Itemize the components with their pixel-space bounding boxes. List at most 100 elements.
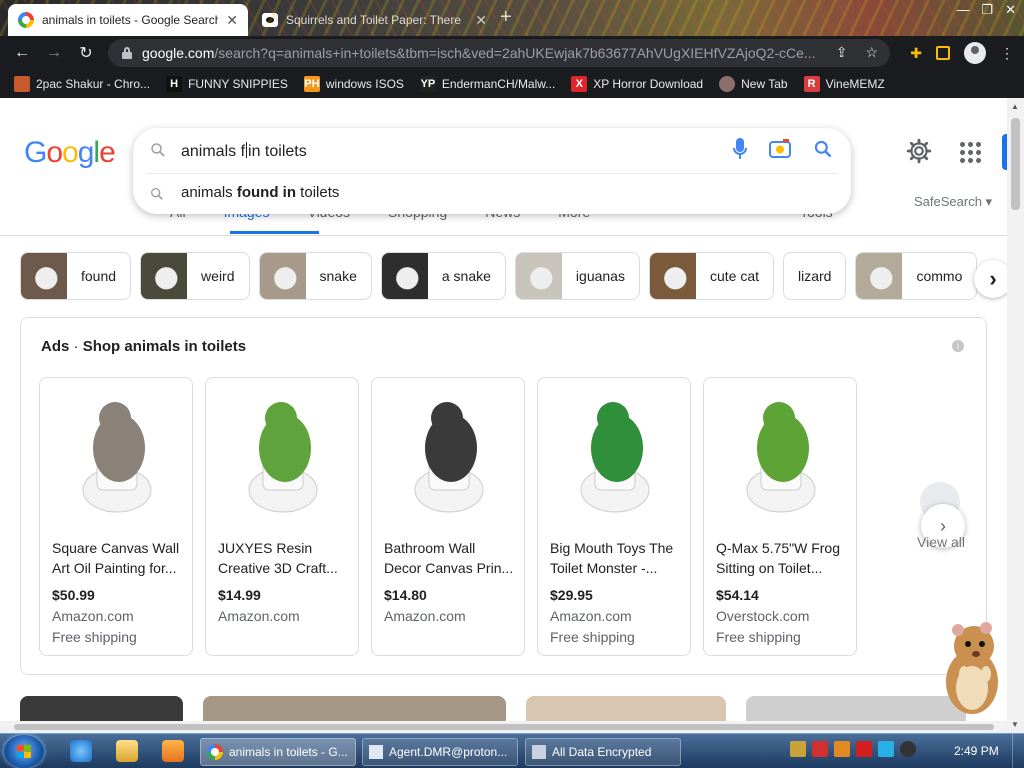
hamster-desktop-buddy[interactable] <box>936 616 1008 716</box>
active-tab-indicator <box>230 231 319 234</box>
google-apps-icon[interactable] <box>960 142 981 163</box>
bookmark-label: EndermanCH/Malw... <box>441 77 556 91</box>
taskbar-button-label: Agent.DMR@proton... <box>389 745 508 759</box>
forward-icon[interactable]: → <box>38 44 70 62</box>
bookmark-favicon-icon: PH <box>303 76 320 92</box>
vertical-scrollbar[interactable]: ▲ ▼ <box>1007 98 1024 733</box>
close-tab-icon[interactable]: ✕ <box>226 12 238 29</box>
lock-icon[interactable] <box>122 47 132 59</box>
tray-display-icon[interactable] <box>878 741 894 757</box>
settings-gear-icon[interactable] <box>906 138 932 164</box>
scrollbar-thumb[interactable] <box>1011 118 1020 210</box>
view-all-link[interactable]: View all <box>917 534 965 550</box>
bookmark-item[interactable]: 2pac Shakur - Chro... <box>14 76 150 92</box>
related-chip[interactable]: a snake <box>380 252 506 300</box>
related-search-chips: found weird snake a snake iguanas cute cat liz… <box>20 252 978 300</box>
product-card[interactable]: Bathroom Wall Decor Canvas Prin... $14.80… <box>371 377 525 656</box>
reload-icon[interactable]: ↻ <box>70 43 102 63</box>
related-chip[interactable]: snake <box>258 252 372 300</box>
bookmark-item[interactable]: X XP Horror Download <box>571 76 703 92</box>
product-card[interactable]: Q-Max 5.75"W Frog Sitting on Toilet... $5… <box>703 377 857 656</box>
close-window-icon[interactable]: ✕ <box>1005 2 1016 18</box>
related-chip[interactable]: cute cat <box>648 252 774 300</box>
browser-tab[interactable]: Squirrels and Toilet Paper: There ✕ <box>252 4 497 36</box>
safesearch-dropdown[interactable]: SafeSearch ▾ <box>914 194 992 210</box>
bookmark-label: 2pac Shakur - Chro... <box>36 77 151 91</box>
autocomplete-suggestion[interactable]: animals found in toilets <box>133 176 851 210</box>
internet-explorer-icon[interactable] <box>70 740 92 762</box>
menu-kebab-icon[interactable]: ⋮ <box>1000 45 1014 62</box>
bookmark-favicon-icon <box>719 76 736 92</box>
product-card[interactable]: Big Mouth Toys The Toilet Monster -... $2… <box>537 377 691 656</box>
profile-avatar-icon[interactable] <box>964 42 986 64</box>
tray-app-icon[interactable] <box>790 741 806 757</box>
address-bar[interactable]: google.com/search?q=animals+in+toilets&t… <box>108 39 890 67</box>
media-player-icon[interactable] <box>162 740 184 762</box>
chrome-icon <box>207 744 223 760</box>
related-chip[interactable]: lizard <box>783 252 847 300</box>
url-path: /search?q=animals+in+toilets&tbm=isch&ve… <box>214 45 816 61</box>
tray-warning-icon[interactable] <box>812 741 828 757</box>
product-store: Amazon.com <box>550 608 632 624</box>
back-icon[interactable]: ← <box>6 44 38 62</box>
new-tab-icon[interactable]: + <box>500 6 512 29</box>
related-chip[interactable]: weird <box>140 252 250 300</box>
window-icon <box>532 745 546 759</box>
taskbar-clock[interactable]: 2:49 PM <box>954 744 999 758</box>
horizontal-scrollbar-thumb[interactable] <box>14 724 994 730</box>
extensions-icon[interactable]: ✚ <box>910 45 922 62</box>
url-host: google.com <box>142 45 215 61</box>
tray-search-icon[interactable] <box>834 741 850 757</box>
suggestion-search-icon <box>151 188 163 200</box>
bookmark-item[interactable]: H FUNNY SNIPPIES <box>166 76 288 92</box>
product-name: Q-Max 5.75"W Frog Sitting on Toilet... <box>716 540 840 576</box>
google-logo[interactable]: Google <box>24 136 116 170</box>
product-price: $14.80 <box>384 587 427 603</box>
scroll-down-icon[interactable]: ▼ <box>1011 720 1019 729</box>
restore-icon[interactable]: ❐ <box>981 2 993 18</box>
chip-label: commo <box>916 268 963 284</box>
search-submit-icon[interactable] <box>813 139 833 159</box>
close-tab-icon[interactable]: ✕ <box>475 12 487 29</box>
chip-label: found <box>81 268 117 284</box>
product-card[interactable]: JUXYES Resin Creative 3D Craft... $14.99 A… <box>205 377 359 656</box>
tab-title: animals in toilets - Google Search <box>42 13 219 27</box>
bookmark-item[interactable]: PH windows ISOS <box>303 76 404 92</box>
show-desktop-button[interactable] <box>1012 734 1024 768</box>
bookmark-star-icon[interactable]: ☆ <box>865 44 878 61</box>
bookmark-item[interactable]: YP EndermanCH/Malw... <box>419 76 556 92</box>
product-image <box>544 384 685 525</box>
related-chip[interactable]: commo <box>855 252 978 300</box>
product-card[interactable]: Square Canvas Wall Art Oil Painting for.… <box>39 377 193 656</box>
related-chip[interactable]: found <box>20 252 132 300</box>
info-icon[interactable]: i <box>952 340 964 352</box>
share-icon[interactable]: ⇪ <box>836 44 848 61</box>
tray-volume-icon[interactable] <box>900 741 916 757</box>
start-button[interactable] <box>4 735 44 768</box>
microphone-icon[interactable] <box>733 138 747 160</box>
side-panel-icon[interactable] <box>936 46 950 60</box>
horizontal-scrollbar[interactable] <box>0 721 1007 733</box>
ads-heading: Ads · Shop animals in toilets <box>41 338 247 355</box>
tab-strip: animals in toilets - Google Search ✕ Squ… <box>0 0 1024 36</box>
bookmark-item[interactable]: New Tab <box>719 76 788 92</box>
google-favicon-icon <box>18 12 34 28</box>
chip-label: weird <box>201 268 235 284</box>
minimize-icon[interactable]: — <box>956 2 969 18</box>
browser-tab-active[interactable]: animals in toilets - Google Search ✕ <box>8 4 248 36</box>
search-input[interactable]: animals f in toilets <box>181 142 307 161</box>
taskbar-encrypted-window[interactable]: All Data Encrypted <box>525 738 681 766</box>
chip-thumbnail <box>141 253 188 299</box>
tray-flag-icon[interactable] <box>856 741 872 757</box>
product-name: Bathroom Wall Decor Canvas Prin... <box>384 540 514 576</box>
scroll-up-icon[interactable]: ▲ <box>1011 102 1019 111</box>
windows-taskbar: animals in toilets - G... Agent.DMR@prot… <box>0 733 1024 768</box>
taskbar-notepad-window[interactable]: Agent.DMR@proton... <box>362 738 518 766</box>
file-explorer-icon[interactable] <box>116 740 138 762</box>
bookmark-item[interactable]: R VineMEMZ <box>803 76 885 92</box>
system-tray <box>790 741 916 757</box>
taskbar-chrome-window[interactable]: animals in toilets - G... <box>200 738 356 766</box>
related-chip[interactable]: iguanas <box>514 252 640 300</box>
lens-camera-icon[interactable] <box>769 139 791 159</box>
product-name: Big Mouth Toys The Toilet Monster -... <box>550 540 674 576</box>
